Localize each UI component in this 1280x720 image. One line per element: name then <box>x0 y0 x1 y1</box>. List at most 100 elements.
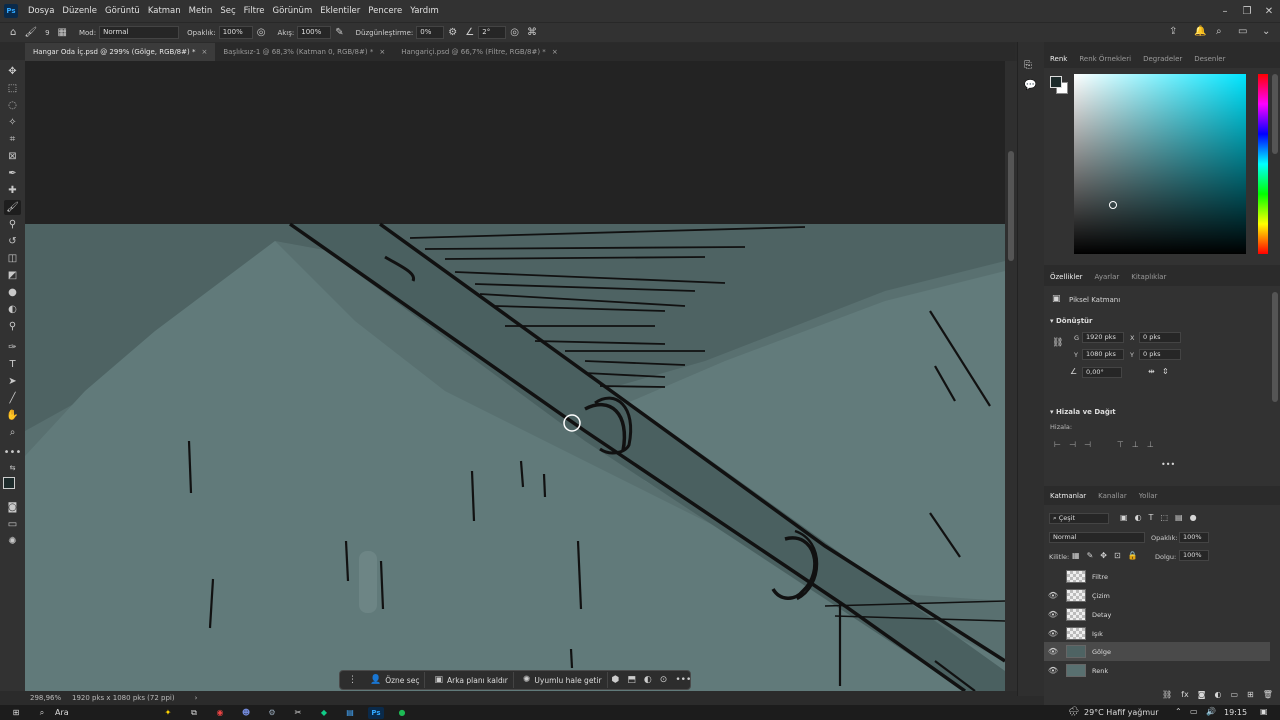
healing-tool-icon[interactable]: ✚ <box>4 183 21 198</box>
type-tool-icon[interactable]: T <box>4 357 21 372</box>
flip-vertical-icon[interactable]: ⇕ <box>1162 367 1169 376</box>
tab-libraries[interactable]: Kitaplıklar <box>1125 268 1172 286</box>
menu-select[interactable]: Seç <box>216 0 239 22</box>
pressure-opacity-icon[interactable]: ◎ <box>257 27 266 38</box>
photoshop-taskbar-icon[interactable]: Ps <box>368 706 384 719</box>
adjustment-layer-icon[interactable]: ◐ <box>1214 690 1221 699</box>
tab-layers[interactable]: Katmanlar <box>1044 487 1092 505</box>
more-tools-icon[interactable]: ••• <box>4 445 22 460</box>
share-icon[interactable]: ⇪ <box>1169 26 1177 37</box>
artwork-canvas[interactable] <box>25 61 1005 691</box>
color-panel-scrollbar[interactable] <box>1272 74 1278 154</box>
chrome-icon[interactable]: ◉ <box>212 707 228 719</box>
angle-field[interactable]: 2° <box>478 26 507 39</box>
airbrush-icon[interactable]: ✎ <box>335 27 343 38</box>
scrollbar-thumb[interactable] <box>1008 151 1014 261</box>
lock-transparent-icon[interactable]: ▦ <box>1072 551 1080 560</box>
y-field[interactable]: 0 pks <box>1139 349 1181 360</box>
smoothing-field[interactable]: 0% <box>416 26 445 39</box>
menu-view[interactable]: Görünüm <box>269 0 317 22</box>
zoom-level[interactable]: 298,96% <box>30 694 66 702</box>
close-icon[interactable]: × <box>552 43 558 61</box>
pen-tool-icon[interactable]: ✑ <box>4 340 21 355</box>
pressure-size-icon[interactable]: ◎ <box>510 27 519 38</box>
tab-color[interactable]: Renk <box>1044 50 1073 68</box>
align-section-title[interactable]: ▾ Hizala ve Dağıt <box>1050 408 1116 416</box>
height-field[interactable]: 1080 pks <box>1082 349 1124 360</box>
align-bottom-icon[interactable]: ⊥ <box>1147 440 1154 449</box>
menu-type[interactable]: Metin <box>185 0 217 22</box>
layer-row[interactable]: 👁 Detay <box>1044 605 1270 624</box>
layer-row-active[interactable]: 👁 Gölge <box>1044 642 1270 661</box>
hand-tool-icon[interactable]: ✋ <box>4 408 21 423</box>
taskbar-search[interactable]: Ara <box>55 708 155 717</box>
lock-all-icon[interactable]: 🔒 <box>1128 551 1138 560</box>
eraser-tool-icon[interactable]: ◫ <box>4 251 21 266</box>
filter-shape-icon[interactable]: ⬚ <box>1160 513 1168 522</box>
drag-handle-icon[interactable]: ⋮ <box>348 675 357 685</box>
clock[interactable]: 19:15 <box>1224 708 1247 717</box>
history-icon[interactable]: ⎘ <box>1024 60 1032 71</box>
line-tool-icon[interactable]: ╱ <box>4 391 21 406</box>
menu-image[interactable]: Görüntü <box>101 0 144 22</box>
tab-adjustments[interactable]: Ayarlar <box>1089 268 1126 286</box>
zoom-tool-icon[interactable]: ⌕ <box>4 425 21 440</box>
screen-mode-icon[interactable]: ▭ <box>4 517 21 532</box>
layer-row[interactable]: Filtre <box>1044 567 1270 586</box>
add-mask-icon[interactable]: ◙ <box>1198 690 1206 699</box>
rotation-field[interactable]: 0,00° <box>1082 367 1122 378</box>
sparkle-icon[interactable]: ✦ <box>160 707 176 719</box>
task-view-icon[interactable]: ⧉ <box>186 707 202 719</box>
history-brush-tool-icon[interactable]: ↺ <box>4 234 21 249</box>
lock-pixels-icon[interactable]: ✎ <box>1087 551 1094 560</box>
new-layer-icon[interactable]: ⊞ <box>1247 690 1254 699</box>
transform-section-title[interactable]: ▾ Dönüştür <box>1050 317 1093 325</box>
blend-mode-select[interactable]: Normal <box>1049 532 1145 543</box>
canvas-vertical-scrollbar[interactable] <box>1005 61 1017 691</box>
layer-filter-select[interactable]: ⌕ Çeşit <box>1049 513 1109 524</box>
brush-size-indicator[interactable]: 9 <box>45 29 49 37</box>
eye-icon[interactable]: 👁 <box>1044 610 1062 619</box>
link-layers-icon[interactable]: ⛓ <box>1162 690 1172 699</box>
align-right-icon[interactable]: ⊣ <box>1084 440 1091 449</box>
tab-paths[interactable]: Yollar <box>1133 487 1164 505</box>
minimize-icon[interactable]: – <box>1214 0 1236 22</box>
mask-icon[interactable]: ⬢ <box>612 675 620 685</box>
tab-channels[interactable]: Kanallar <box>1092 487 1133 505</box>
tab-hangarici[interactable]: Hangariçi.psd @ 66,7% (Filtre, RGB/8#) *… <box>393 43 565 61</box>
tab-properties[interactable]: Özellikler <box>1044 268 1089 286</box>
menu-filter[interactable]: Filtre <box>240 0 269 22</box>
close-icon[interactable]: × <box>201 43 207 61</box>
eye-icon[interactable]: 👁 <box>1044 647 1062 656</box>
menu-file[interactable]: Dosya <box>24 0 58 22</box>
more-options-icon[interactable]: ••• <box>1161 460 1175 469</box>
width-field[interactable]: 1920 pks <box>1082 332 1124 343</box>
align-center-h-icon[interactable]: ⊣ <box>1069 440 1076 449</box>
symmetry-icon[interactable]: ⌘ <box>527 27 537 38</box>
home-icon[interactable]: ⌂ <box>10 27 16 38</box>
color-picker-handle[interactable] <box>1109 201 1117 209</box>
lock-artboard-icon[interactable]: ⊡ <box>1114 551 1121 560</box>
chevron-down-icon[interactable]: ⌄ <box>1262 26 1270 37</box>
opacity-field[interactable]: 100% <box>218 26 253 39</box>
menu-edit[interactable]: Düzenle <box>58 0 101 22</box>
foreground-color-swatch[interactable] <box>3 477 15 489</box>
eye-icon[interactable]: 👁 <box>1044 591 1062 600</box>
marquee-tool-icon[interactable]: ⬚ <box>4 81 21 96</box>
align-top-icon[interactable]: ⊤ <box>1117 440 1124 449</box>
network-icon[interactable]: ▭ <box>1190 707 1198 716</box>
lasso-tool-icon[interactable]: ◌ <box>4 98 21 113</box>
eyedropper-tool-icon[interactable]: ✒ <box>4 166 21 181</box>
filter-toggle-icon[interactable]: ● <box>1190 513 1197 522</box>
brush-settings-icon[interactable]: ▦ <box>58 27 67 38</box>
hue-slider[interactable] <box>1258 74 1268 254</box>
layer-opacity-field[interactable]: 100% <box>1179 532 1209 543</box>
tab-patterns[interactable]: Desenler <box>1188 50 1231 68</box>
new-group-icon[interactable]: ▭ <box>1230 690 1238 699</box>
canvas-area[interactable] <box>25 61 1005 691</box>
restore-icon[interactable]: ❐ <box>1236 0 1258 22</box>
x-field[interactable]: 0 pks <box>1139 332 1181 343</box>
transform-icon[interactable]: ⬒ <box>627 675 636 685</box>
fill-field[interactable]: 100% <box>1179 550 1209 561</box>
menu-window[interactable]: Pencere <box>364 0 406 22</box>
